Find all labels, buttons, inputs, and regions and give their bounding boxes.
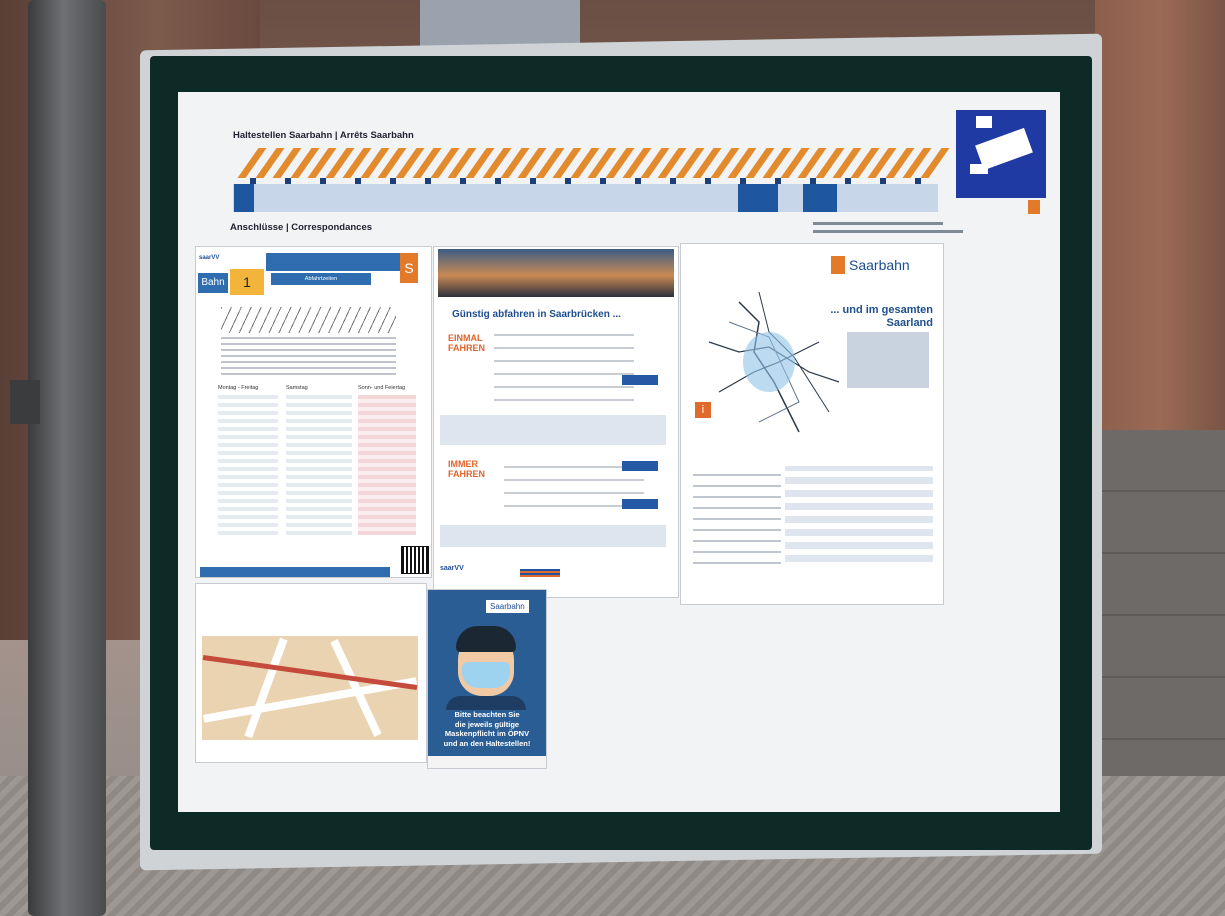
- tram-line: [202, 654, 418, 691]
- metal-pole: [28, 0, 106, 916]
- information-board: Haltestellen Saarbahn | Arrêts Saarbahn …: [178, 92, 1060, 812]
- sunday-column: Sonn- und Feiertag: [358, 385, 416, 535]
- partner-logos: saarVV: [440, 565, 670, 579]
- route-diagram: [221, 337, 396, 375]
- stops-title: Haltestellen Saarbahn | Arrêts Saarbahn: [233, 130, 414, 141]
- saarvv-logo: saarVV: [440, 565, 464, 572]
- stop-marker: [810, 178, 816, 184]
- fares-headline: Günstig abfahren in Saarbrücken ...: [452, 309, 621, 320]
- stops-band-segment: [803, 184, 837, 212]
- line-number: 1: [230, 269, 264, 295]
- single-fares-list: [494, 331, 634, 401]
- face-mask-icon: [462, 662, 510, 688]
- fare-button[interactable]: [622, 461, 658, 471]
- stop-marker: [600, 178, 606, 184]
- saturday-column: Samstag: [286, 385, 352, 535]
- timetable-panel: saarVV Bahn 1 Abfahrtzeiten S Montag - F…: [196, 247, 431, 577]
- mask-poster: Saarbahn Bitte beachten Sie die jeweils …: [428, 590, 546, 768]
- timetable-header: [266, 253, 416, 271]
- info-box: [847, 332, 929, 388]
- saarbahn-logo: S: [400, 253, 418, 283]
- hair-illustration: [456, 626, 516, 652]
- poster-brand: Saarbahn: [486, 600, 529, 613]
- legend-line: [813, 230, 963, 233]
- route-stop-list: [221, 307, 396, 333]
- stop-marker: [915, 178, 921, 184]
- stops-band-segment: [738, 184, 778, 212]
- stop-marker: [705, 178, 711, 184]
- stop-marker: [320, 178, 326, 184]
- fare-zone-table: [785, 466, 933, 562]
- stop-marker: [740, 178, 746, 184]
- fare-button[interactable]: [622, 375, 658, 385]
- poster-footer: [428, 756, 546, 768]
- stop-marker: [635, 178, 641, 184]
- saarbahn-brand: Saarbahn: [831, 256, 910, 274]
- video-surveillance-sign: [956, 110, 1046, 198]
- camera-mount-icon: [976, 116, 992, 128]
- window: [420, 0, 580, 48]
- s-logo-icon: [1028, 200, 1040, 214]
- saarvv-logo: saarVV: [199, 255, 220, 261]
- camera-base-icon: [970, 164, 988, 174]
- info-icon: i: [695, 402, 711, 418]
- s-logo-icon: [831, 256, 845, 274]
- street-map: [202, 636, 418, 740]
- stop-marker: [495, 178, 501, 184]
- weekday-column: Montag - Freitag: [218, 385, 278, 535]
- stop-marker: [880, 178, 886, 184]
- stop-marker: [775, 178, 781, 184]
- stop-marker: [460, 178, 466, 184]
- stop-marker: [845, 178, 851, 184]
- single-trip-label: EINMAL FAHREN: [448, 333, 486, 353]
- qr-code: [401, 546, 429, 574]
- stop-marker: [390, 178, 396, 184]
- connections-title: Anschlüsse | Correspondances: [230, 222, 373, 233]
- legend-line: [813, 222, 943, 225]
- network-map-panel: Saarbahn ... und im gesamten Saarland i: [681, 244, 943, 604]
- stop-marker: [250, 178, 256, 184]
- fares-panel: Günstig abfahren in Saarbrücken ... EINM…: [434, 247, 678, 597]
- shoulders-illustration: [446, 696, 526, 710]
- stop-marker: [530, 178, 536, 184]
- fare-zone-labels: [693, 468, 781, 564]
- fare-note: [440, 525, 666, 547]
- stone-base: [1095, 430, 1225, 800]
- fare-note: [440, 415, 666, 445]
- city-photo: [438, 249, 674, 297]
- mask-notice: Bitte beachten Sie die jeweils gültige M…: [443, 710, 531, 748]
- mode-label: Bahn: [198, 273, 228, 293]
- stop-marker: [285, 178, 291, 184]
- timetable-title: Abfahrtzeiten: [271, 273, 371, 285]
- station-map-panel: [196, 584, 426, 762]
- network-map: [708, 291, 840, 433]
- stripes-logo: [520, 569, 560, 577]
- pole-clamp: [10, 380, 40, 424]
- stop-marker: [425, 178, 431, 184]
- stops-band-segment: [234, 184, 254, 212]
- stop-marker: [670, 178, 676, 184]
- fare-button[interactable]: [622, 499, 658, 509]
- timetable-footer: [200, 567, 390, 577]
- road: [244, 637, 288, 739]
- stop-marker: [565, 178, 571, 184]
- pass-label: IMMER FAHREN: [448, 459, 486, 479]
- stop-marker: [355, 178, 361, 184]
